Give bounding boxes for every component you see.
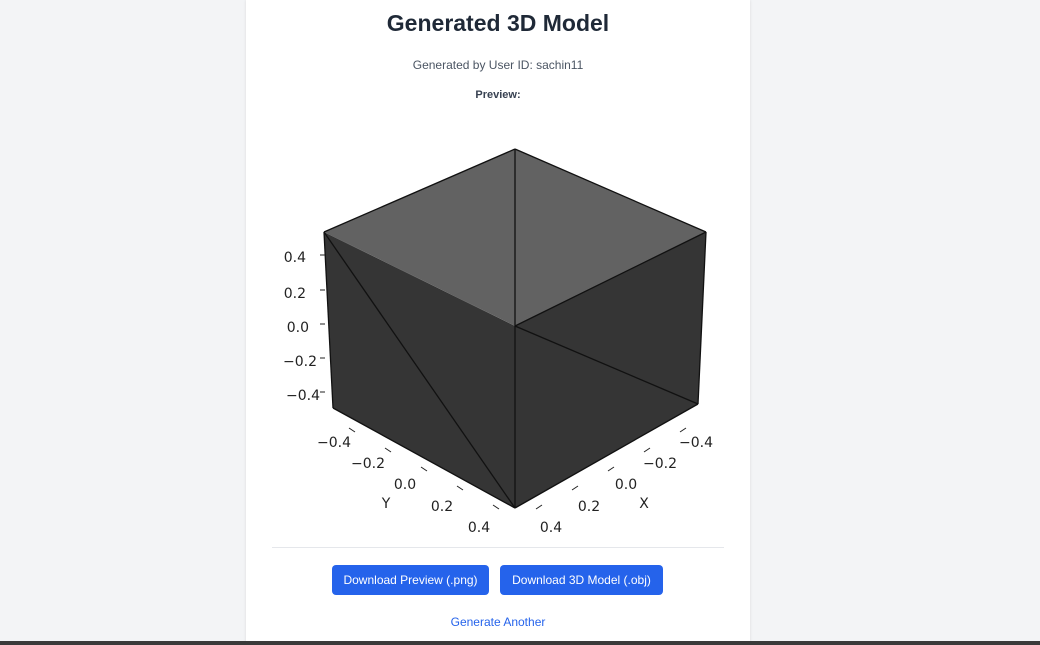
z-tick-label: −0.4 <box>286 388 320 404</box>
y-axis-label: Y <box>381 496 391 512</box>
z-tick-label: 0.4 <box>284 250 306 266</box>
bottom-edge-bar <box>0 641 1040 645</box>
y-tick-label: −0.2 <box>351 456 385 472</box>
download-model-button[interactable]: Download 3D Model (.obj) <box>500 565 663 595</box>
y-tick-label: 0.4 <box>468 520 490 536</box>
x-tick-label: 0.4 <box>540 520 562 536</box>
model-preview-image: 0.4 0.2 0.0 −0.2 −0.4 −0.4 −0.2 0.0 0.2 … <box>283 148 713 536</box>
y-tick-label: 0.2 <box>431 499 453 515</box>
z-axis-tick-labels: 0.4 0.2 0.0 −0.2 −0.4 <box>283 250 320 404</box>
page: Generated 3D Model Generated by User ID:… <box>0 0 1040 645</box>
x-axis-label: X <box>639 496 649 512</box>
x-tick-label: 0.0 <box>615 477 637 493</box>
download-preview-button[interactable]: Download Preview (.png) <box>332 565 489 595</box>
z-axis-ticks <box>320 254 325 393</box>
y-tick-label: −0.4 <box>317 435 351 451</box>
y-tick-label: 0.0 <box>394 477 416 493</box>
z-tick-label: −0.2 <box>283 354 317 370</box>
x-tick-label: 0.2 <box>578 499 600 515</box>
z-tick-label: 0.0 <box>287 320 309 336</box>
x-tick-label: −0.4 <box>679 435 713 451</box>
generate-another-link[interactable]: Generate Another <box>246 615 750 629</box>
result-card: Generated 3D Model Generated by User ID:… <box>246 0 750 645</box>
x-tick-label: −0.2 <box>643 456 677 472</box>
z-tick-label: 0.2 <box>284 286 306 302</box>
section-divider <box>272 547 724 548</box>
